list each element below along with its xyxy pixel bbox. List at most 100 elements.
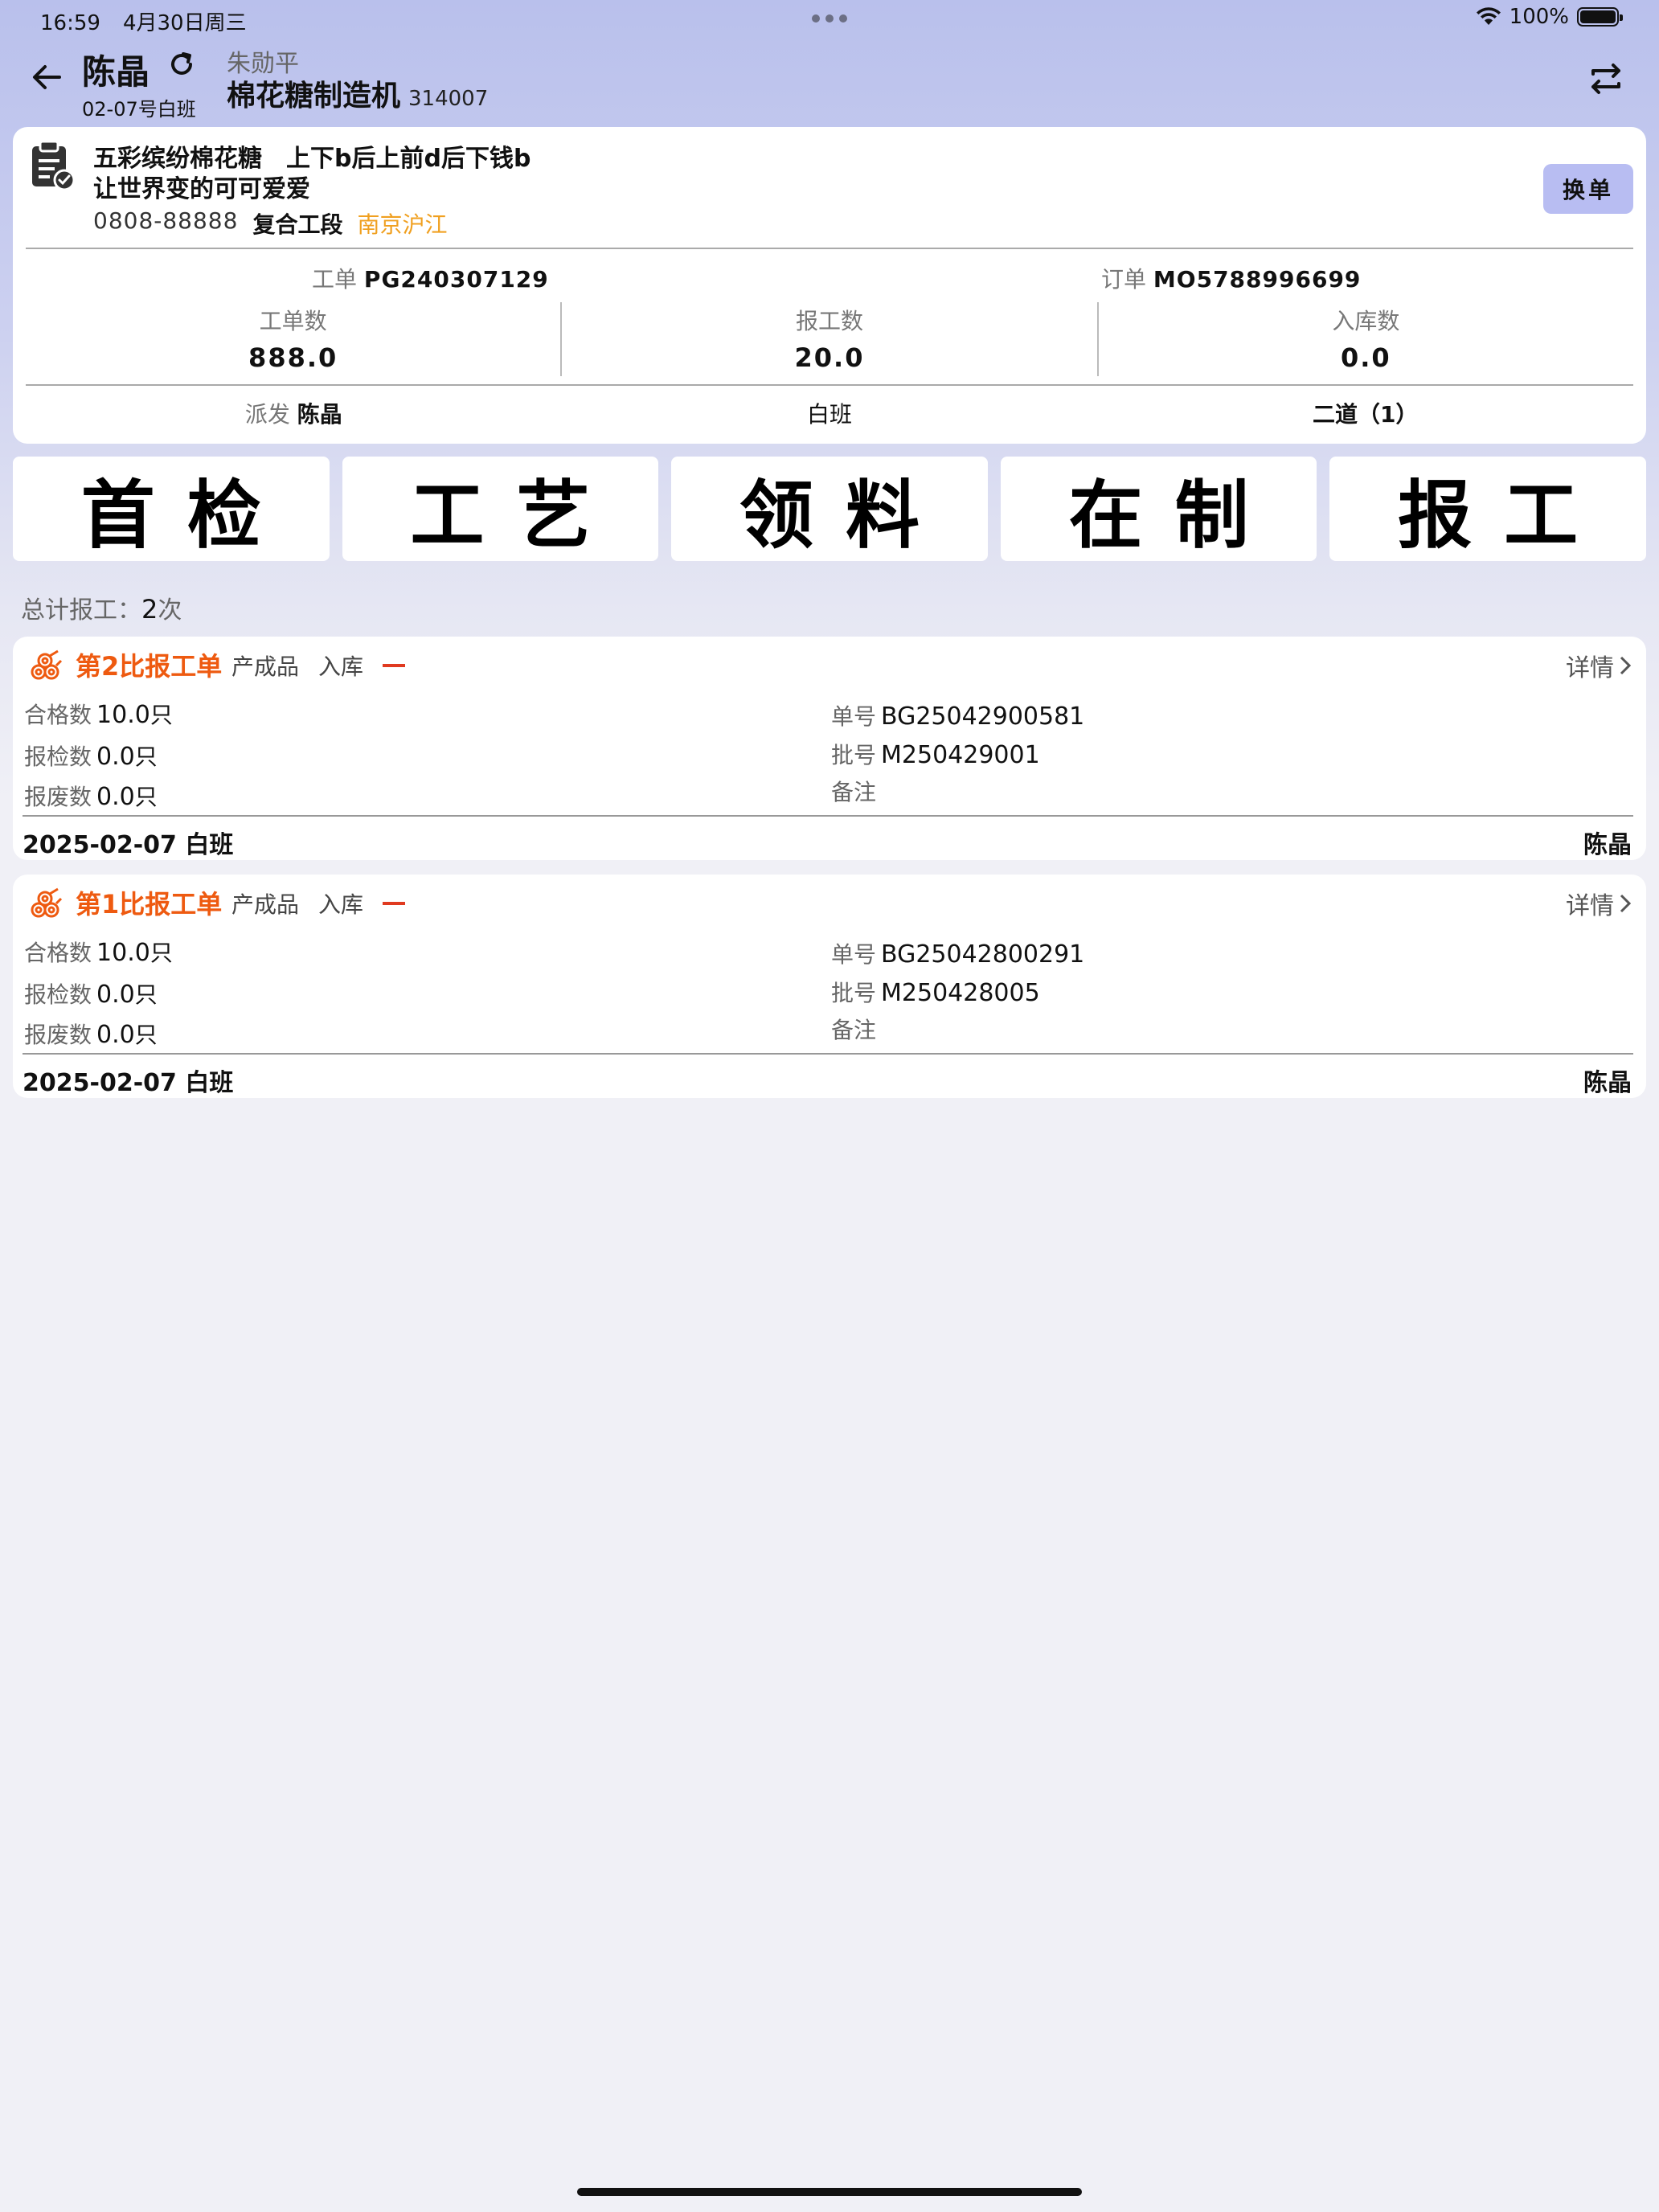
- pipes-icon: [31, 649, 63, 680]
- stats-row: 工单数 888.0 报工数 20.0 入库数 0.0: [26, 302, 1633, 376]
- phone-number: 0808-88888: [93, 207, 239, 234]
- dispatch-user: 陈晶: [297, 401, 342, 428]
- report-stock: 入库: [318, 653, 364, 680]
- stock-status-dash: [383, 664, 405, 667]
- status-time: 16:59 4月30日周三: [40, 6, 247, 36]
- field-value: 10.0: [96, 701, 150, 729]
- field-unit: 只: [134, 743, 158, 770]
- pass-qty: 合格数 10.0只: [24, 698, 173, 730]
- field-label: 批号: [831, 742, 877, 768]
- field-value: 0.0: [96, 1021, 135, 1049]
- total-count: 2: [141, 594, 158, 625]
- order-number: 订单 MO5788996699: [1101, 262, 1361, 294]
- work-order-value: PG240307129: [363, 266, 549, 293]
- field-value: 0.0: [96, 783, 135, 811]
- field-value: BG25042800291: [881, 940, 1085, 969]
- scrap-qty: 报废数 0.0只: [24, 780, 158, 812]
- field-unit: 只: [134, 784, 158, 810]
- field-label: 备注: [831, 1017, 877, 1043]
- divider: [23, 815, 1633, 817]
- wip-button[interactable]: 在制: [1000, 457, 1317, 561]
- battery-percent: 100%: [1509, 5, 1569, 29]
- field-value: BG25042900581: [881, 703, 1085, 731]
- dispatch-label: 派发: [244, 401, 290, 428]
- divider: [23, 1053, 1633, 1055]
- detail-link[interactable]: 详情: [1566, 886, 1632, 921]
- status-clock: 16:59: [40, 11, 100, 35]
- process-button[interactable]: 工艺: [342, 457, 659, 561]
- remark: 备注: [831, 775, 876, 807]
- dispatch-info: 派发 陈晶: [26, 397, 562, 429]
- report-user: 陈晶: [1583, 831, 1632, 859]
- first-inspection-button[interactable]: 首检: [13, 457, 330, 561]
- product-meta: 0808-88888 复合工段 南京沪江: [93, 207, 447, 240]
- field-unit: 只: [150, 702, 173, 728]
- machine-code: 314007: [408, 87, 489, 111]
- stat-stocked-qty: 入库数 0.0: [1096, 302, 1633, 376]
- report-title: 第2比报工单: [76, 651, 223, 682]
- detail-link[interactable]: 详情: [1566, 648, 1632, 683]
- batch-number: 批号 M250429001: [831, 738, 1040, 770]
- field-label: 报检数: [24, 743, 92, 770]
- batch-number: 批号 M250428005: [831, 976, 1040, 1008]
- swap-icon[interactable]: [1585, 58, 1627, 100]
- divider: [26, 384, 1633, 386]
- report-type: 产成品: [231, 653, 300, 680]
- field-label: 合格数: [24, 940, 92, 966]
- refresh-icon[interactable]: [166, 48, 198, 80]
- multitask-dots[interactable]: [812, 14, 847, 23]
- scrap-qty: 报废数 0.0只: [24, 1018, 158, 1050]
- section-name: 复合工段: [252, 211, 343, 238]
- process-value: 二道（1）: [1312, 401, 1419, 428]
- machine-name: 棉花糖制造机: [227, 80, 401, 113]
- inspect-qty: 报检数 0.0只: [24, 977, 158, 1010]
- pass-qty: 合格数 10.0只: [24, 936, 173, 968]
- report-button[interactable]: 报工: [1329, 457, 1646, 561]
- chevron-right-icon: [1620, 894, 1632, 913]
- material-button[interactable]: 领料: [671, 457, 988, 561]
- status-bar: 16:59 4月30日周三 100%: [0, 0, 1659, 39]
- report-card[interactable]: 第2比报工单 产成品 入库 详情 合格数 10.0只 报检数 0.0只 报废数 0.0…: [13, 637, 1646, 860]
- field-label: 单号: [831, 941, 877, 968]
- stat-label: 入库数: [1332, 308, 1400, 334]
- chevron-right-icon: [1620, 656, 1632, 675]
- detail-label: 详情: [1566, 654, 1614, 682]
- work-order-label: 工单: [312, 266, 358, 293]
- wifi-icon: [1476, 7, 1501, 25]
- switch-order-button[interactable]: 换单: [1543, 164, 1633, 214]
- home-indicator[interactable]: [577, 2188, 1082, 2196]
- stat-value: 0.0: [1340, 342, 1391, 373]
- report-card[interactable]: 第1比报工单 产成品 入库 详情 合格数 10.0只 报检数 0.0只 报废数 0.0…: [13, 875, 1646, 1098]
- field-unit: 只: [150, 940, 173, 966]
- machine-title: 棉花糖制造机 314007: [227, 72, 488, 114]
- report-title: 第1比报工单: [76, 889, 223, 920]
- shift-type: 白班: [807, 401, 853, 428]
- field-label: 合格数: [24, 702, 92, 728]
- dispatch-row: 派发 陈晶 白班 二道（1）: [26, 397, 1633, 429]
- stat-label: 报工数: [795, 308, 863, 334]
- order-value: MO5788996699: [1153, 266, 1362, 293]
- back-arrow-icon[interactable]: [27, 58, 66, 96]
- field-value: M250428005: [881, 979, 1040, 1007]
- battery-icon: [1577, 7, 1623, 27]
- pipes-icon: [31, 887, 63, 918]
- field-label: 报废数: [24, 1022, 92, 1048]
- report-user: 陈晶: [1583, 1069, 1632, 1097]
- field-label: 报检数: [24, 981, 92, 1008]
- field-value: M250429001: [881, 741, 1040, 769]
- location-name: 南京沪江: [357, 211, 448, 238]
- remark: 备注: [831, 1013, 876, 1045]
- total-label: 总计报工：: [21, 596, 141, 625]
- report-number: 单号 BG25042900581: [831, 699, 1084, 731]
- stat-value: 20.0: [794, 342, 865, 373]
- work-order-card: 五彩缤纷棉花糖 上下b后上前d后下钱b 让世界变的可可爱爱 0808-88888…: [13, 127, 1646, 444]
- report-stock: 入库: [318, 891, 364, 918]
- report-total: 总计报工：2次: [21, 590, 182, 625]
- field-label: 备注: [831, 779, 877, 805]
- clipboard-check-icon: [32, 140, 76, 191]
- process-step: 二道（1）: [1097, 397, 1633, 429]
- inspect-qty: 报检数 0.0只: [24, 739, 158, 772]
- report-date: 2025-02-07 白班: [23, 831, 234, 859]
- stock-status-dash: [383, 902, 405, 905]
- stat-value: 888.0: [248, 342, 338, 373]
